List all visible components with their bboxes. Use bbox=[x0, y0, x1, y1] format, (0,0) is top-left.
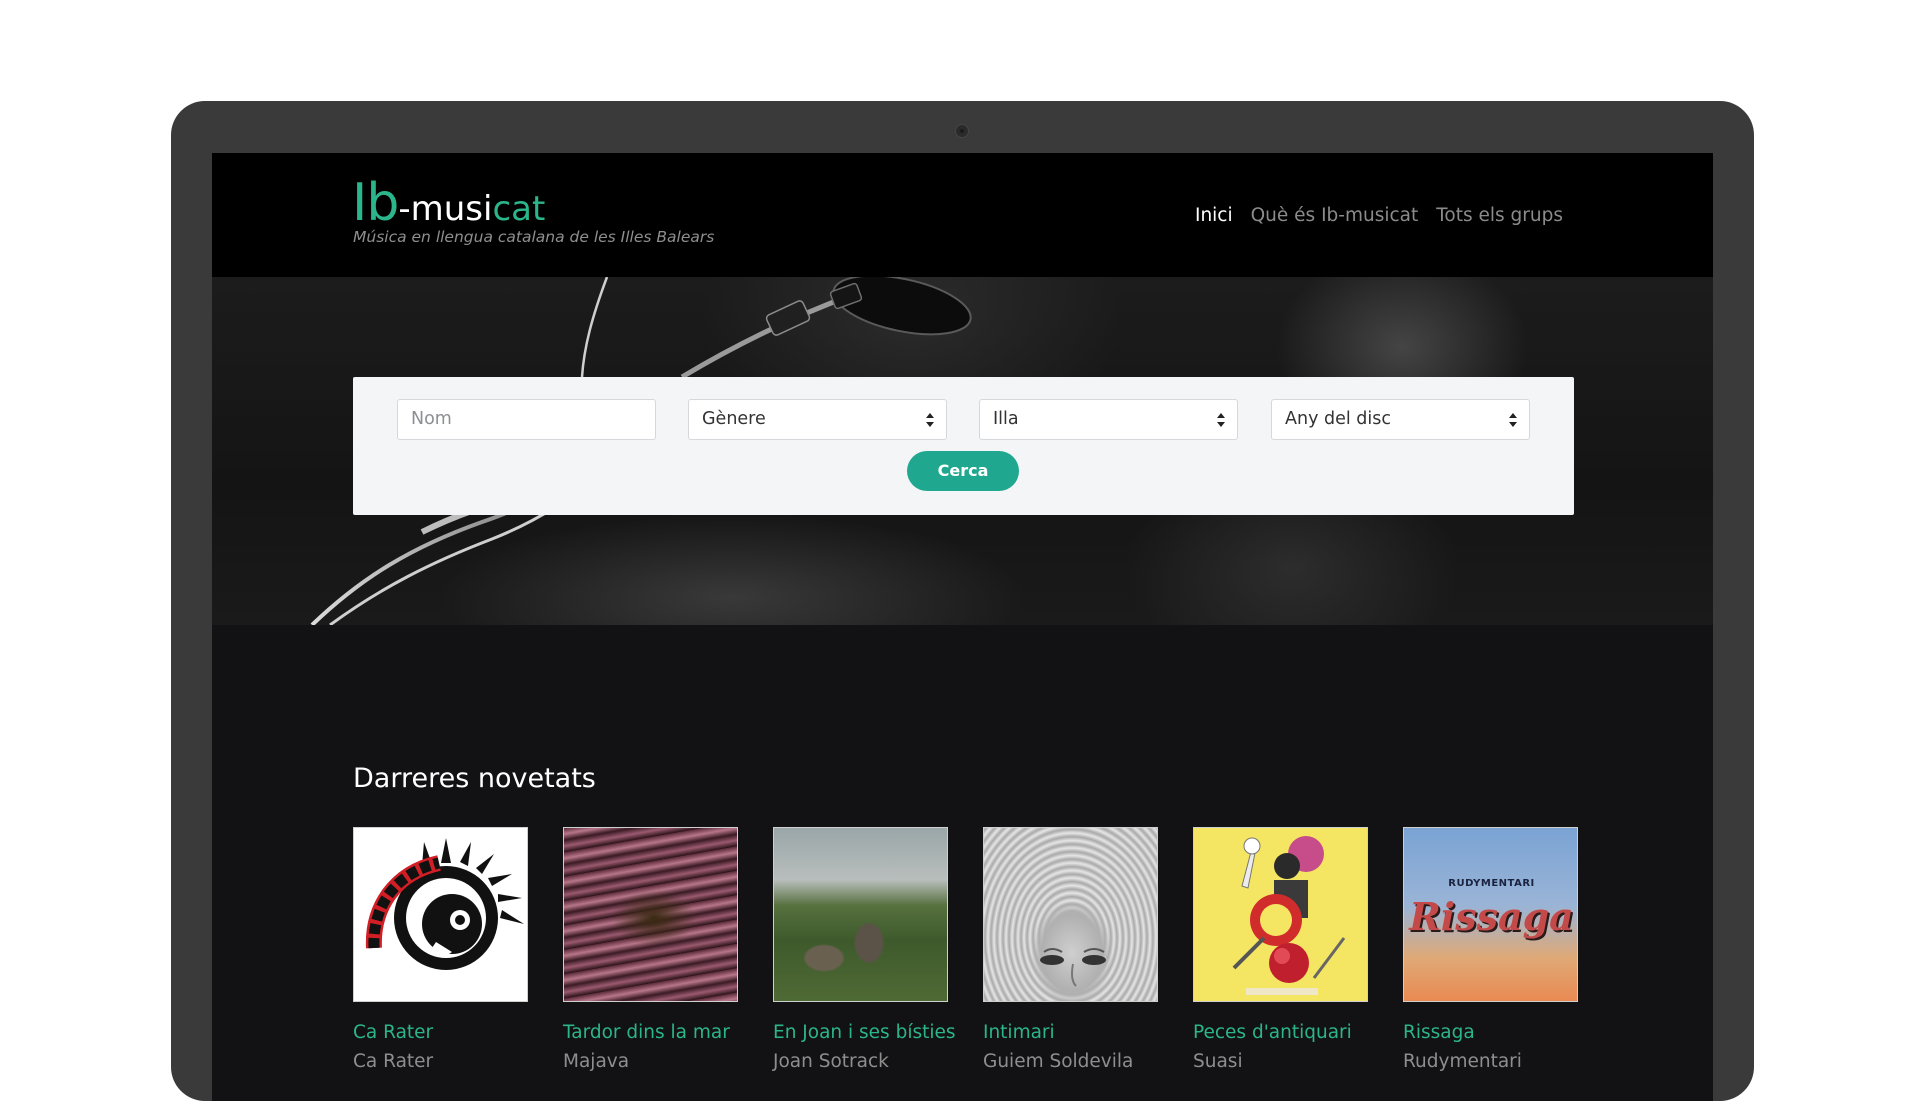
device-frame: Ib-musicat Música en llengua catalana de… bbox=[171, 101, 1754, 1101]
select-arrows-icon bbox=[1217, 413, 1225, 427]
name-search-input[interactable]: Nom bbox=[397, 399, 656, 440]
select-arrows-icon bbox=[1509, 413, 1517, 427]
cover-album-word: Rissaga bbox=[1409, 894, 1574, 939]
album-cover[interactable] bbox=[983, 827, 1158, 1002]
album-cover-art bbox=[1040, 948, 1106, 987]
search-panel: Nom Gènere Illa Any del disc Cerca bbox=[353, 377, 1574, 515]
logo-musi: -musi bbox=[398, 189, 493, 229]
album-card[interactable]: En Joan i ses bísties Joan Sotrack bbox=[773, 827, 956, 1072]
browser-screen: Ib-musicat Música en llengua catalana de… bbox=[212, 153, 1713, 1101]
album-card[interactable]: Intimari Guiem Soldevila bbox=[983, 827, 1158, 1072]
nav-item-tots-els-grups[interactable]: Tots els grups bbox=[1436, 205, 1563, 226]
album-artist[interactable]: Ca Rater bbox=[353, 1051, 528, 1072]
album-card[interactable]: Ca Rater Ca Rater bbox=[353, 827, 528, 1072]
album-artist[interactable]: Suasi bbox=[1193, 1051, 1368, 1072]
album-artist[interactable]: Joan Sotrack bbox=[773, 1051, 948, 1072]
album-card[interactable]: Peces d'antiquari Suasi bbox=[1193, 827, 1368, 1072]
album-title[interactable]: Tardor dins la mar bbox=[563, 1022, 738, 1043]
nav-item-inici[interactable]: Inici bbox=[1195, 205, 1233, 226]
site-logo[interactable]: Ib-musicat bbox=[352, 177, 545, 229]
album-cover[interactable] bbox=[563, 827, 738, 1002]
album-artist[interactable]: Guiem Soldevila bbox=[983, 1051, 1158, 1072]
genre-select[interactable]: Gènere bbox=[688, 399, 947, 440]
album-cover[interactable] bbox=[1193, 827, 1368, 1002]
album-artist[interactable]: Rudymentari bbox=[1403, 1051, 1578, 1072]
island-select[interactable]: Illa bbox=[979, 399, 1238, 440]
camera-icon bbox=[955, 124, 969, 138]
year-select-value: Any del disc bbox=[1285, 409, 1391, 429]
logo-lb: Ib bbox=[352, 173, 399, 233]
year-select[interactable]: Any del disc bbox=[1271, 399, 1530, 440]
album-artist[interactable]: Majava bbox=[563, 1051, 738, 1072]
section-title-latest: Darreres novetats bbox=[353, 763, 596, 794]
album-card[interactable]: RUDYMENTARI Rissaga Rissaga Rudymentari bbox=[1403, 827, 1578, 1072]
genre-select-value: Gènere bbox=[702, 409, 766, 429]
hero-banner: Nom Gènere Illa Any del disc Cerca bbox=[212, 277, 1713, 625]
logo-cat: cat bbox=[492, 189, 546, 229]
album-title[interactable]: En Joan i ses bísties bbox=[773, 1022, 956, 1043]
album-title[interactable]: Peces d'antiquari bbox=[1193, 1022, 1368, 1043]
select-arrows-icon bbox=[926, 413, 934, 427]
main-nav: Inici Què és Ib-musicat Tots els grups bbox=[1195, 205, 1563, 226]
cover-band-name: RUDYMENTARI bbox=[1448, 878, 1535, 889]
album-title[interactable]: Intimari bbox=[983, 1022, 1158, 1043]
site-tagline: Música en llengua catalana de les Illes … bbox=[353, 228, 715, 246]
album-card[interactable]: Tardor dins la mar Majava bbox=[563, 827, 738, 1072]
album-cover-art bbox=[365, 838, 524, 970]
album-cover-art bbox=[1232, 836, 1346, 995]
search-button[interactable]: Cerca bbox=[907, 451, 1019, 491]
album-cover[interactable] bbox=[773, 827, 948, 1002]
site-header: Ib-musicat Música en llengua catalana de… bbox=[212, 153, 1713, 277]
album-cover[interactable]: RUDYMENTARI Rissaga bbox=[1403, 827, 1578, 1002]
album-cover[interactable] bbox=[353, 827, 528, 1002]
island-select-value: Illa bbox=[993, 409, 1019, 429]
album-title[interactable]: Rissaga bbox=[1403, 1022, 1578, 1043]
nav-item-que-es[interactable]: Què és Ib-musicat bbox=[1251, 205, 1419, 226]
album-title[interactable]: Ca Rater bbox=[353, 1022, 528, 1043]
